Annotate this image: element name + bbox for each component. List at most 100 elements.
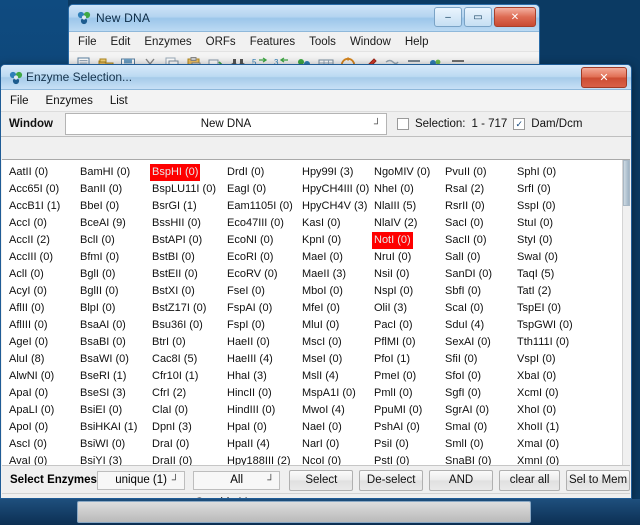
menu-file[interactable]: File bbox=[78, 36, 97, 48]
enzyme-label[interactable]: SgfI (0) bbox=[445, 387, 481, 399]
enzyme-item[interactable]: PacI (0) bbox=[374, 317, 430, 334]
enzyme-item[interactable]: BlpI (0) bbox=[80, 300, 137, 317]
enzyme-label[interactable]: EagI (0) bbox=[227, 183, 266, 195]
enzyme-label[interactable]: BglI (0) bbox=[80, 268, 115, 280]
enzyme-label[interactable]: TaqI (5) bbox=[517, 268, 554, 280]
enzyme-item[interactable]: SacI (0) bbox=[445, 215, 492, 232]
enzyme-item[interactable]: BsaWI (0) bbox=[80, 351, 137, 368]
enzyme-item[interactable]: TaqI (5) bbox=[517, 266, 573, 283]
enzyme-item[interactable]: XhoI (0) bbox=[517, 402, 573, 419]
enzyme-item[interactable]: PflMI (0) bbox=[374, 334, 430, 351]
enzyme-list-pane[interactable]: AatII (0) Acc65I (0) AccB1I (1) AccI (0) Acc… bbox=[2, 159, 630, 466]
enzyme-item[interactable]: BsaBI (0) bbox=[80, 334, 137, 351]
enzyme-item[interactable]: AccI (0) bbox=[9, 215, 60, 232]
enzyme-label[interactable]: SrfI (0) bbox=[517, 183, 551, 195]
enzyme-label[interactable]: EcoNI (0) bbox=[227, 234, 273, 246]
enzyme-label[interactable]: SbfI (0) bbox=[445, 285, 481, 297]
enzyme-label[interactable]: SgrAI (0) bbox=[445, 404, 489, 416]
enzyme-item[interactable]: SfiI (0) bbox=[445, 351, 492, 368]
enzyme-item[interactable]: BstZ17I (0) bbox=[152, 300, 216, 317]
enzyme-item[interactable]: RsrII (0) bbox=[445, 198, 492, 215]
enzyme-label[interactable]: AcyI (0) bbox=[9, 285, 47, 297]
enzyme-label[interactable]: BseSI (3) bbox=[80, 387, 126, 399]
enzyme-item[interactable]: EagI (0) bbox=[227, 181, 293, 198]
dialog-menu-enzymes[interactable]: Enzymes bbox=[46, 95, 93, 107]
enzyme-item[interactable]: AccB1I (1) bbox=[9, 198, 60, 215]
dialog-menu-file[interactable]: File bbox=[10, 95, 29, 107]
enzyme-label[interactable]: SmaI (0) bbox=[445, 421, 487, 433]
enzyme-item[interactable]: BstEII (0) bbox=[152, 266, 216, 283]
enzyme-item[interactable]: ApaLI (0) bbox=[9, 402, 60, 419]
enzyme-item[interactable]: BglII (0) bbox=[80, 283, 137, 300]
enzyme-item[interactable]: TspEI (0) bbox=[517, 300, 573, 317]
enzyme-item[interactable]: BstBI (0) bbox=[152, 249, 216, 266]
enzyme-label[interactable]: MseI (0) bbox=[302, 353, 342, 365]
enzyme-item[interactable]: BglI (0) bbox=[80, 266, 137, 283]
enzyme-label[interactable]: SacI (0) bbox=[445, 217, 484, 229]
enzyme-label[interactable]: NgoMIV (0) bbox=[374, 166, 430, 178]
enzyme-item[interactable]: NotI (0) bbox=[372, 232, 430, 249]
enzyme-label[interactable]: SwaI (0) bbox=[517, 251, 558, 263]
enzyme-item[interactable]: OliI (3) bbox=[374, 300, 430, 317]
enzyme-item[interactable]: NaeI (0) bbox=[302, 419, 369, 436]
enzyme-item[interactable]: EcoRV (0) bbox=[227, 266, 293, 283]
enzyme-item[interactable]: MspA1I (0) bbox=[302, 385, 369, 402]
enzyme-label[interactable]: FspI (0) bbox=[227, 319, 265, 331]
maximize-button[interactable]: ▭ bbox=[464, 7, 492, 27]
enzyme-label[interactable]: FspAI (0) bbox=[227, 302, 272, 314]
enzyme-item[interactable]: BtrI (0) bbox=[152, 334, 216, 351]
enzyme-item[interactable]: BfmI (0) bbox=[80, 249, 137, 266]
enzyme-label[interactable]: AccII (2) bbox=[9, 234, 50, 246]
enzyme-label[interactable]: HindIII (0) bbox=[227, 404, 275, 416]
enzyme-label[interactable]: MspA1I (0) bbox=[302, 387, 356, 399]
enzyme-label[interactable]: BbeI (0) bbox=[80, 200, 119, 212]
enzyme-label[interactable]: BsiHKAI (1) bbox=[80, 421, 137, 433]
enzyme-label[interactable]: BanII (0) bbox=[80, 183, 122, 195]
enzyme-label[interactable]: BstBI (0) bbox=[152, 251, 195, 263]
dialog-close-button[interactable]: ✕ bbox=[581, 67, 627, 88]
enzyme-label[interactable]: BsaAI (0) bbox=[80, 319, 126, 331]
enzyme-label[interactable]: MaeI (0) bbox=[302, 251, 343, 263]
enzyme-item[interactable]: CfrI (2) bbox=[152, 385, 216, 402]
enzyme-label[interactable]: NlaIII (5) bbox=[374, 200, 416, 212]
enzyme-item[interactable]: MluI (0) bbox=[302, 317, 369, 334]
enzyme-item[interactable]: BseRI (1) bbox=[80, 368, 137, 385]
enzyme-item[interactable]: BsiWI (0) bbox=[80, 436, 137, 453]
enzyme-item[interactable]: StuI (0) bbox=[517, 215, 573, 232]
enzyme-item[interactable]: NlaIII (5) bbox=[374, 198, 430, 215]
enzyme-label[interactable]: KpnI (0) bbox=[302, 234, 341, 246]
enzyme-label[interactable]: PacI (0) bbox=[374, 319, 413, 331]
enzyme-item[interactable]: DraI (0) bbox=[152, 436, 216, 453]
enzyme-label[interactable]: BfmI (0) bbox=[80, 251, 119, 263]
enzyme-label[interactable]: BstEII (0) bbox=[152, 268, 198, 280]
enzyme-item[interactable]: Bsu36I (0) bbox=[152, 317, 216, 334]
enzyme-label[interactable]: StyI (0) bbox=[517, 234, 552, 246]
select-button[interactable]: Select bbox=[289, 469, 354, 491]
enzyme-label[interactable]: AatII (0) bbox=[9, 166, 48, 178]
and-button[interactable]: AND bbox=[429, 469, 493, 491]
enzyme-label[interactable]: Eco47III (0) bbox=[227, 217, 284, 229]
enzyme-item[interactable]: HpyCH4V (3) bbox=[302, 198, 369, 215]
enzyme-label[interactable]: BspLU11I (0) bbox=[152, 183, 216, 195]
enzyme-label[interactable]: MslI (4) bbox=[302, 370, 339, 382]
enzyme-label[interactable]: NspI (0) bbox=[374, 285, 413, 297]
enzyme-item[interactable]: MslI (4) bbox=[302, 368, 369, 385]
menu-enzymes[interactable]: Enzymes bbox=[144, 36, 191, 48]
enzyme-item[interactable]: HhaI (3) bbox=[227, 368, 293, 385]
enzyme-item[interactable]: Cfr10I (1) bbox=[152, 368, 216, 385]
enzyme-label[interactable]: BlpI (0) bbox=[80, 302, 115, 314]
enzyme-label[interactable]: SmlI (0) bbox=[445, 438, 484, 450]
enzyme-item[interactable]: SexAI (0) bbox=[445, 334, 492, 351]
enzyme-label[interactable]: NarI (0) bbox=[302, 438, 339, 450]
enzyme-item[interactable]: BbeI (0) bbox=[80, 198, 137, 215]
enzyme-label[interactable]: SalI (0) bbox=[445, 251, 480, 263]
enzyme-item[interactable]: MscI (0) bbox=[302, 334, 369, 351]
dialog-menubar[interactable]: File Enzymes List bbox=[1, 90, 631, 112]
enzyme-item[interactable]: SmaI (0) bbox=[445, 419, 492, 436]
enzyme-item[interactable]: EcoNI (0) bbox=[227, 232, 293, 249]
enzyme-label[interactable]: AlwNI (0) bbox=[9, 370, 54, 382]
enzyme-item[interactable]: AflII (0) bbox=[9, 300, 60, 317]
enzyme-item[interactable]: AscI (0) bbox=[9, 436, 60, 453]
enzyme-item[interactable]: ApoI (0) bbox=[9, 419, 60, 436]
enzyme-label[interactable]: MscI (0) bbox=[302, 336, 342, 348]
